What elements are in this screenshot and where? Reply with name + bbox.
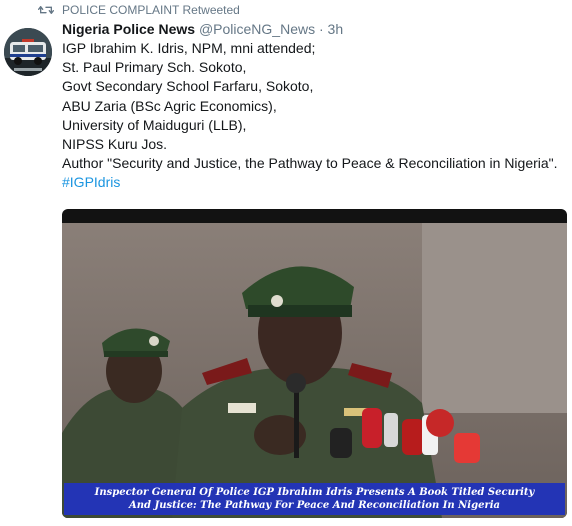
hashtag-link[interactable]: #IGPIdris	[62, 173, 567, 192]
tweet-text-line: ABU Zaria (BSc Agric Economics),	[62, 97, 277, 114]
tweet-text: IGP Ibrahim K. Idris, NPM, mni attended;…	[62, 39, 567, 193]
tweet-text-line: IGP Ibrahim K. Idris, NPM, mni attended;	[62, 40, 316, 56]
police-van-avatar-image	[4, 28, 52, 76]
tweet-text-line: Govt Secondary School Farfaru, Sokoto,	[62, 78, 314, 95]
tweet-video[interactable]: Inspector General Of Police IGP Ibrahim …	[62, 209, 567, 518]
tweet-text-line: Author "Security and Justice, the Pathwa…	[62, 155, 558, 172]
tweet-text-line: University of Maiduguri (LLB),	[62, 116, 247, 133]
tweet-timestamp[interactable]: 3h	[328, 21, 344, 37]
author-name[interactable]: Nigeria Police News	[62, 21, 195, 37]
video-caption-line: Inspector General Of Police IGP Ibrahim …	[94, 487, 535, 498]
retweet-label[interactable]: POLICE COMPLAINT Retweeted	[62, 2, 240, 18]
retweet-icon	[38, 6, 54, 14]
video-caption-line: And Justice: The Pathway For Peace And R…	[128, 500, 500, 511]
retweet-context: POLICE COMPLAINT Retweeted	[38, 2, 240, 18]
video-caption: Inspector General Of Police IGP Ibrahim …	[64, 483, 565, 515]
tweet-header: Nigeria Police News @PoliceNG_News · 3h	[62, 20, 567, 39]
video-frame-image	[62, 223, 567, 518]
tweet-text-line: St. Paul Primary Sch. Sokoto,	[62, 59, 247, 76]
separator-dot: ·	[318, 21, 324, 37]
author-handle[interactable]: @PoliceNG_News	[199, 21, 315, 37]
tweet-text-line: NIPSS Kuru Jos.	[62, 136, 168, 153]
avatar[interactable]	[4, 28, 52, 76]
tweet-body: Nigeria Police News @PoliceNG_News · 3h …	[62, 20, 567, 193]
